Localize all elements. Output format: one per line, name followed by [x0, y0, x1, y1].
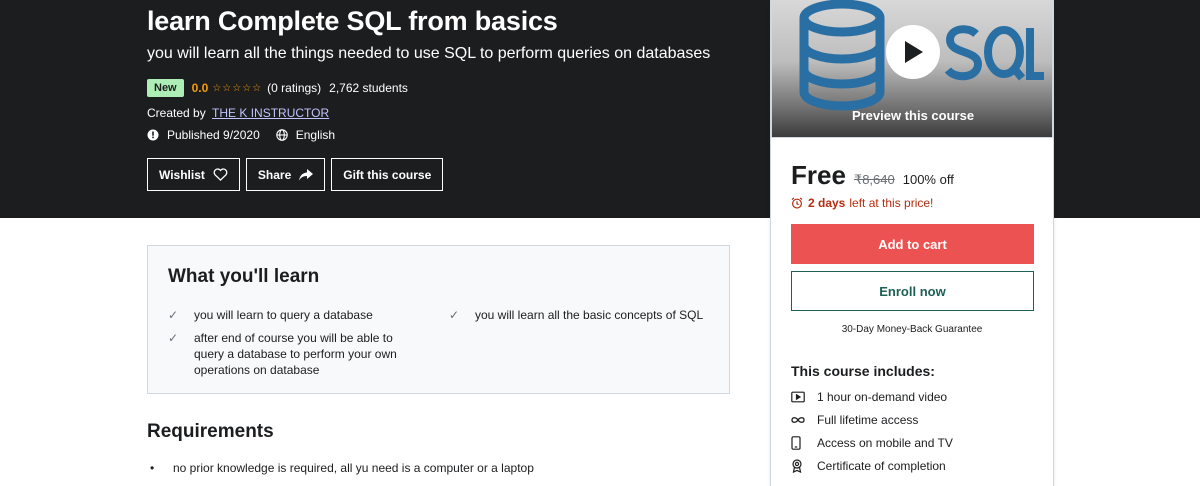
- wishlist-button[interactable]: Wishlist: [147, 158, 240, 191]
- include-label: 1 hour on-demand video: [817, 390, 948, 404]
- check-icon: ✓: [449, 308, 460, 322]
- course-subtitle: you will learn all the things needed to …: [147, 45, 711, 62]
- language-info: English: [276, 128, 335, 142]
- include-item: Full lifetime access: [791, 413, 918, 427]
- include-item: 1 hour on-demand video: [791, 390, 947, 404]
- alert-badge-icon: [147, 129, 159, 141]
- check-icon: ✓: [168, 331, 179, 345]
- original-price: ₹8,640: [853, 172, 895, 187]
- wishlist-label: Wishlist: [159, 167, 205, 182]
- add-to-cart-button[interactable]: Add to cart: [791, 224, 1034, 264]
- mobile-icon: [791, 436, 801, 450]
- learn-item: ✓ after end of course you will be able t…: [168, 330, 418, 378]
- published-info: Published 9/2020: [147, 128, 260, 142]
- course-meta: Published 9/2020 English: [147, 128, 351, 142]
- published-date: Published 9/2020: [167, 128, 260, 142]
- ratings-count-link[interactable]: (0 ratings): [267, 81, 321, 95]
- price-deadline: 2 days left at this price!: [791, 196, 933, 210]
- new-badge: New: [147, 79, 184, 97]
- students-count: 2,762 students: [329, 81, 408, 95]
- course-preview[interactable]: Preview this course: [771, 0, 1053, 138]
- play-icon: [905, 41, 923, 63]
- course-title: learn Complete SQL from basics: [147, 6, 558, 36]
- play-button[interactable]: [886, 25, 940, 79]
- deadline-text: left at this price!: [849, 196, 934, 210]
- requirements-heading: Requirements: [147, 421, 274, 442]
- price-row: Free ₹8,640 100% off: [791, 160, 954, 191]
- alarm-clock-icon: [791, 197, 803, 209]
- bullet-icon: •: [150, 461, 155, 475]
- what-you-learn-heading: What you'll learn: [168, 266, 320, 287]
- certificate-icon: [792, 459, 802, 473]
- star-rating-icon: ☆☆☆☆☆: [212, 82, 263, 94]
- learn-item-text: you will learn all the basic concepts of…: [475, 308, 704, 322]
- check-icon: ✓: [168, 308, 179, 322]
- include-item: Access on mobile and TV: [791, 436, 953, 450]
- enroll-now-button[interactable]: Enroll now: [791, 271, 1034, 311]
- course-actions: Wishlist Share Gift this course: [147, 158, 444, 191]
- share-label: Share: [257, 167, 292, 182]
- language-label: English: [295, 128, 336, 142]
- money-back-guarantee: 30-Day Money-Back Guarantee: [841, 324, 983, 335]
- learn-item-text: you will learn to query a database: [194, 308, 373, 322]
- purchase-sidebar: Preview this course Free ₹8,640 100% off…: [770, 0, 1054, 486]
- learn-item: ✓ you will learn to query a database: [168, 307, 418, 323]
- include-label: Full lifetime access: [817, 413, 919, 427]
- rating-row: New 0.0 ☆☆☆☆☆ (0 ratings) 2,762 students: [147, 79, 408, 97]
- requirement-item: • no prior knowledge is required, all yu…: [150, 461, 534, 475]
- what-you-learn-box: What you'll learn ✓ you will learn to qu…: [147, 245, 730, 394]
- video-icon: [791, 391, 805, 403]
- requirement-text: no prior knowledge is required, all yu n…: [173, 461, 534, 475]
- deadline-days: 2 days: [808, 196, 846, 210]
- includes-heading: This course includes:: [791, 363, 935, 379]
- learn-item-text: after end of course you will be able to …: [194, 331, 397, 377]
- gift-label: Gift this course: [343, 167, 432, 182]
- heart-icon: [213, 168, 228, 181]
- share-arrow-icon: [299, 168, 314, 180]
- infinity-icon: [791, 417, 805, 423]
- created-by-label: Created by: [147, 106, 206, 120]
- include-label: Access on mobile and TV: [817, 436, 953, 450]
- include-label: Certificate of completion: [817, 459, 946, 473]
- globe-icon: [276, 129, 288, 141]
- preview-label: Preview this course: [851, 108, 975, 123]
- gift-course-button[interactable]: Gift this course: [331, 158, 444, 191]
- rating-value: 0.0: [191, 81, 209, 95]
- learn-item: ✓ you will learn all the basic concepts …: [449, 307, 719, 323]
- discount-percent: 100% off: [902, 172, 954, 187]
- share-button[interactable]: Share: [245, 158, 326, 191]
- include-item: Certificate of completion: [791, 459, 946, 473]
- instructor-link[interactable]: THE K INSTRUCTOR: [212, 106, 329, 120]
- created-by: Created by THE K INSTRUCTOR: [147, 106, 329, 120]
- current-price: Free: [791, 160, 846, 190]
